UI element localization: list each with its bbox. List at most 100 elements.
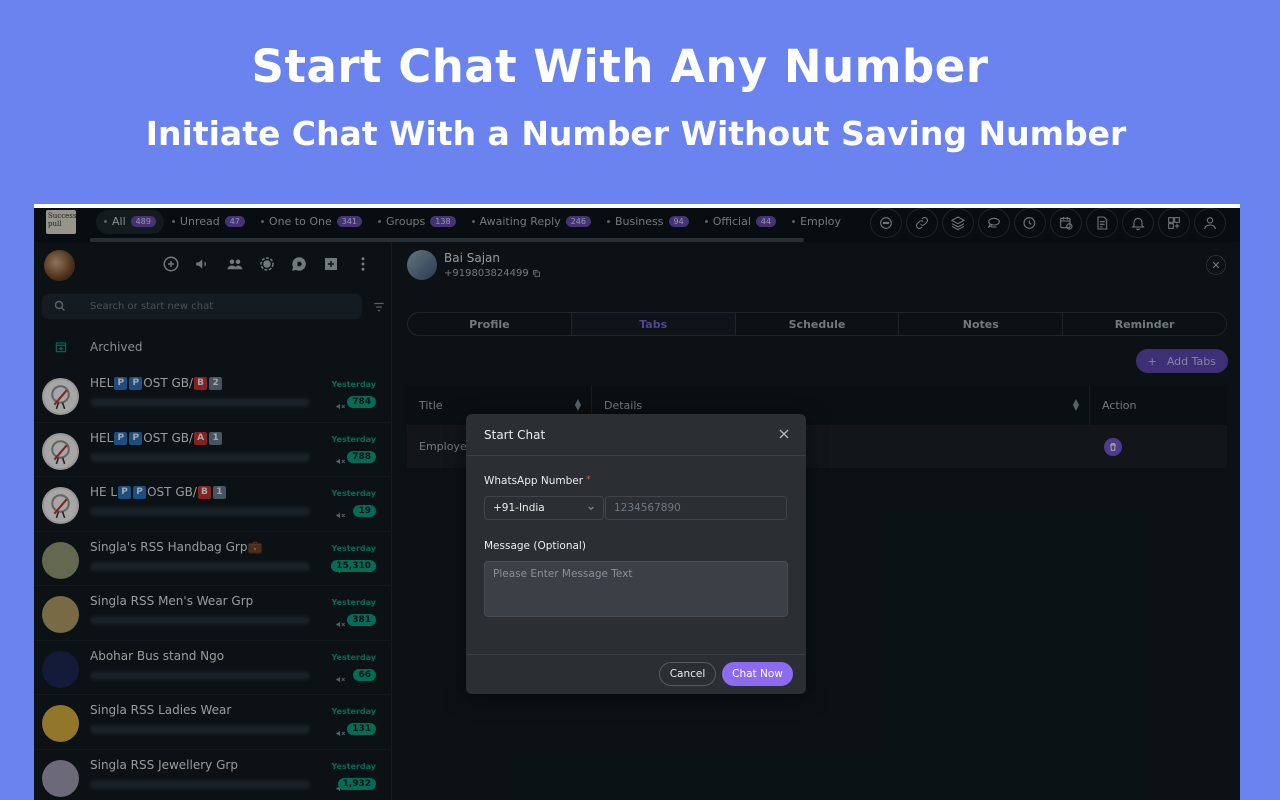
chat-avatar[interactable] [42,378,79,415]
emoji-key: A [194,431,208,445]
chat-avatar[interactable] [42,596,79,633]
contact-phone: +919803824499 [444,268,529,279]
emoji-key: 2 [209,377,223,390]
delete-icon[interactable] [1104,438,1122,456]
filter-tab-label: Official [712,215,751,228]
chat-list-item[interactable]: Singla RSS Jewellery Grp Yesterday 1,932 [34,750,390,800]
top-filter-bar: Success pull All 489 Unread 47 One to One 341 G… [34,208,1240,242]
chat-name-text: HE L [90,485,118,499]
muted-icon [335,452,346,464]
close-panel-icon[interactable]: ✕ [1206,255,1226,275]
contact-avatar[interactable] [407,250,437,280]
blurred-message-preview [90,670,310,680]
chat-avatar[interactable] [42,432,79,470]
archived-row[interactable]: Archived [34,330,390,364]
filter-tab-count: 44 [755,216,777,227]
filter-tab-business[interactable]: Business 94 [599,210,697,234]
menu-dots-icon[interactable] [353,254,373,274]
emoji-key: P [129,431,143,445]
chat-list-item[interactable]: HEL P P OST GB/A 1 Yesterday 788 [34,423,390,477]
filter-tab-unread[interactable]: Unread 47 [164,210,253,234]
status-icon[interactable] [257,254,277,274]
blurred-message-preview [90,725,310,734]
close-icon[interactable] [776,426,792,442]
chat-now-button[interactable]: Chat Now [722,662,793,686]
channels-icon[interactable] [289,254,309,274]
column-action-label: Action [1102,398,1137,412]
bell-icon[interactable] [1122,208,1154,238]
tab-notes[interactable]: Notes [899,313,1064,335]
calendar-clock-icon[interactable] [1050,208,1082,238]
filter-tabs: All 489 Unread 47 One to One 341 Groups 138 Awai… [96,208,860,238]
chat-list-item[interactable]: HE L P P OST GB/B 1 Yesterday 19 [34,477,390,532]
filter-tab-count: 138 [430,216,456,227]
number-label-row: WhatsApp Number * [484,475,591,487]
archived-label: Archived [90,340,143,354]
copy-icon[interactable] [532,269,541,278]
filter-tab-all[interactable]: All 489 [96,209,164,234]
country-select[interactable]: +91-India [484,496,604,520]
chat-list-item[interactable]: Abohar Bus stand Ngo Yesterday 66 [34,641,390,695]
unread-badge: 19 [353,505,376,517]
chat-time: Yesterday [331,489,376,498]
blurred-message-preview [90,398,310,407]
broadcast-icon[interactable] [193,254,213,274]
blurred-message-preview [90,561,310,571]
tab-profile[interactable]: Profile [408,313,572,335]
clock-chat-icon[interactable] [1014,208,1046,238]
filter-tab-label: Unread [179,215,220,228]
filter-tab-groups[interactable]: Groups 138 [370,210,464,234]
chat-list-item[interactable]: Singla RSS Men's Wear Grp Yesterday 381 [34,586,390,641]
emoji-key: P [133,486,147,499]
filter-tab-count: 489 [130,216,156,227]
dialog-title: Start Chat [484,428,546,442]
tab-dot [104,220,107,223]
filter-tab-official[interactable]: Official 44 [697,210,784,234]
emoji-key: 1 [209,431,223,445]
blurred-message-preview [90,616,310,625]
add-tabs-button[interactable]: + Add Tabs [1135,349,1228,373]
sort-icon[interactable]: ▲ ▼ [575,398,581,412]
search-input[interactable] [90,294,350,319]
my-avatar[interactable] [44,250,75,281]
tab-dot [471,220,475,223]
filter-tab-employ[interactable]: Employ [784,210,849,234]
filter-tab-label: Groups [386,215,426,228]
tab-tabs[interactable]: Tabs [571,313,736,335]
unread-badge: 131 [347,723,376,735]
message-stack-icon[interactable] [978,208,1010,238]
filter-icon[interactable] [372,300,386,314]
filter-tab-label: Business [615,215,664,228]
chat-avatar[interactable] [42,650,79,688]
chat-avatar[interactable] [42,487,79,524]
chat-avatar[interactable] [42,541,79,579]
tab-schedule[interactable]: Schedule [736,313,900,335]
chat-avatar[interactable] [42,705,79,742]
chat-list-item[interactable]: Singla RSS Ladies Wear Yesterday 131 [34,695,390,750]
user-icon[interactable] [1194,208,1226,238]
tab-dot [378,220,382,223]
filter-tab-awaiting-reply[interactable]: Awaiting Reply 246 [464,210,599,234]
archive-icon [55,342,67,353]
add-box-icon[interactable] [321,254,341,274]
required-mark: * [586,475,591,485]
chat-list-item[interactable]: Singla's RSS Handbag Grp💼 Yesterday 15,310 [34,532,390,586]
chat-list-item[interactable]: HEL P P OST GB/B 2 Yesterday 784 [34,368,390,423]
chat-name: HEL P P OST GB/B 2 [90,376,223,390]
grid-plus-icon[interactable] [1158,208,1190,238]
community-icon[interactable] [225,254,245,274]
layers-icon[interactable] [942,208,974,238]
sort-icon[interactable]: ▲ ▼ [1073,398,1079,412]
message-textarea[interactable] [484,561,788,617]
chat-bubble-icon[interactable] [870,208,902,238]
column-title-label: Title [419,398,443,412]
phone-number-input[interactable] [605,496,787,520]
link-icon[interactable] [906,208,938,238]
chat-avatar[interactable] [42,759,79,797]
new-chat-icon[interactable] [161,254,181,274]
chat-name-text: OST GB/ [143,430,194,445]
filter-tab-one-to-one[interactable]: One to One 341 [253,210,370,234]
cancel-button[interactable]: Cancel [659,662,716,686]
note-edit-icon[interactable] [1086,208,1118,238]
tab-reminder[interactable]: Reminder [1063,313,1226,335]
